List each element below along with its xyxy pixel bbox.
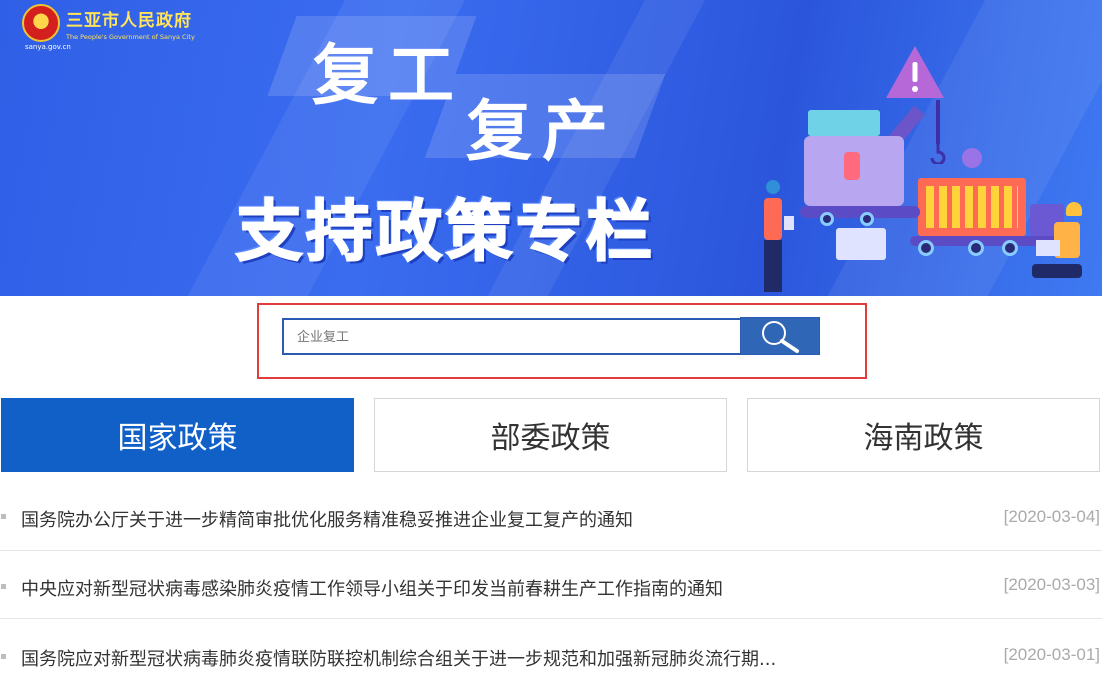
site-name: 三亚市人民政府 bbox=[66, 10, 192, 31]
list-bullet bbox=[1, 584, 6, 589]
hook-icon bbox=[930, 140, 946, 164]
search-input[interactable] bbox=[282, 318, 740, 355]
search-button[interactable] bbox=[740, 317, 820, 355]
banner-title-line1: 复工 bbox=[312, 37, 464, 114]
article-link[interactable]: 中央应对新型冠状病毒感染肺炎疫情工作领导小组关于印发当前春耕生产工作指南的通知 bbox=[21, 575, 723, 601]
list-bullet bbox=[1, 654, 6, 659]
list-bullet bbox=[1, 514, 6, 519]
article-link[interactable]: 国务院办公厅关于进一步精简审批优化服务精准稳妥推进企业复工复产的通知 bbox=[21, 506, 633, 532]
list-divider bbox=[0, 618, 1102, 619]
list-divider bbox=[0, 550, 1102, 551]
list-item: 国务院办公厅关于进一步精简审批优化服务精准稳妥推进企业复工复产的通知 [2020… bbox=[0, 484, 1102, 552]
tab-national-policy[interactable]: 国家政策 bbox=[1, 398, 354, 472]
banner-title-line3: 支持政策专栏 bbox=[235, 192, 656, 271]
article-date: [2020-03-03] bbox=[1003, 575, 1100, 594]
site-logo[interactable]: sanya.gov.cn 三亚市人民政府 The People's Govern… bbox=[22, 4, 195, 51]
tab-hainan-policy[interactable]: 海南政策 bbox=[747, 398, 1100, 472]
list-item: 国务院应对新型冠状病毒肺炎疫情联防联控机制综合组关于进一步规范和加强新冠肺炎流行… bbox=[0, 620, 1102, 682]
article-date: [2020-03-04] bbox=[1003, 507, 1100, 526]
national-emblem-icon: sanya.gov.cn bbox=[22, 4, 71, 51]
article-date: [2020-03-01] bbox=[1003, 645, 1100, 664]
site-name-english: The People's Government of Sanya City bbox=[66, 32, 195, 41]
warning-sign-icon bbox=[886, 46, 944, 98]
emblem-caption: sanya.gov.cn bbox=[25, 43, 71, 51]
construction-illustration bbox=[740, 40, 1102, 296]
article-link[interactable]: 国务院应对新型冠状病毒肺炎疫情联防联控机制综合组关于进一步规范和加强新冠肺炎流行… bbox=[21, 645, 776, 671]
list-item: 中央应对新型冠状病毒感染肺炎疫情工作领导小组关于印发当前春耕生产工作指南的通知 … bbox=[0, 552, 1102, 620]
search-icon bbox=[762, 321, 799, 353]
banner-title-line2: 复产 bbox=[466, 93, 618, 170]
tab-ministry-policy[interactable]: 部委政策 bbox=[374, 398, 727, 472]
banner: sanya.gov.cn 三亚市人民政府 The People's Govern… bbox=[0, 0, 1102, 296]
